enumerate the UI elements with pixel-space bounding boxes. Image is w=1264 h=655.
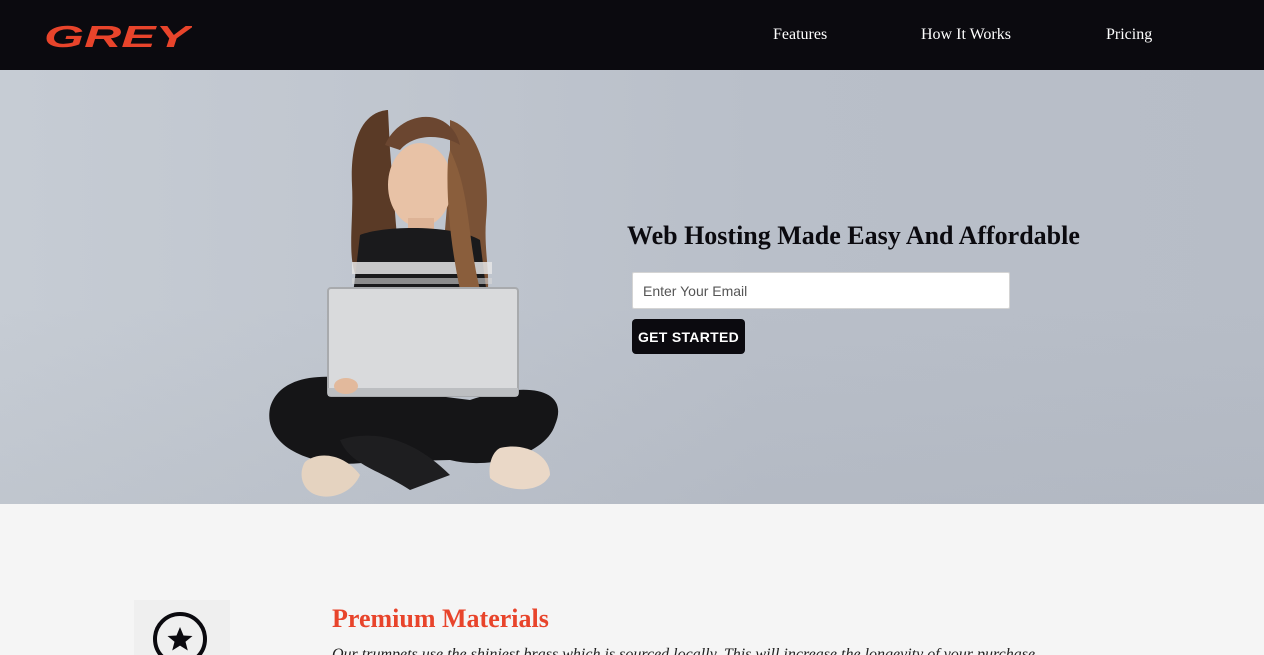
logo-text: GREY bbox=[44, 20, 192, 50]
feature-description: Our trumpets use the shiniest brass whic… bbox=[332, 646, 1040, 655]
logo[interactable]: GREY bbox=[44, 20, 192, 50]
hero-title: Web Hosting Made Easy And Affordable bbox=[627, 221, 1080, 250]
nav-link-pricing[interactable]: Pricing bbox=[1106, 26, 1152, 44]
site-header: GREY Features How It Works Pricing bbox=[0, 0, 1264, 70]
hero-woman-laptop-image bbox=[269, 110, 559, 497]
get-started-button[interactable]: GET STARTED bbox=[632, 319, 745, 354]
star-icon bbox=[153, 612, 207, 655]
hero-section: Web Hosting Made Easy And Affordable GET… bbox=[0, 70, 1264, 504]
nav-link-how-it-works[interactable]: How It Works bbox=[921, 26, 1011, 44]
nav-link-features[interactable]: Features bbox=[773, 26, 827, 44]
feature-title: Premium Materials bbox=[332, 604, 549, 633]
email-input[interactable] bbox=[632, 272, 1010, 309]
feature-icon-box bbox=[134, 600, 230, 655]
